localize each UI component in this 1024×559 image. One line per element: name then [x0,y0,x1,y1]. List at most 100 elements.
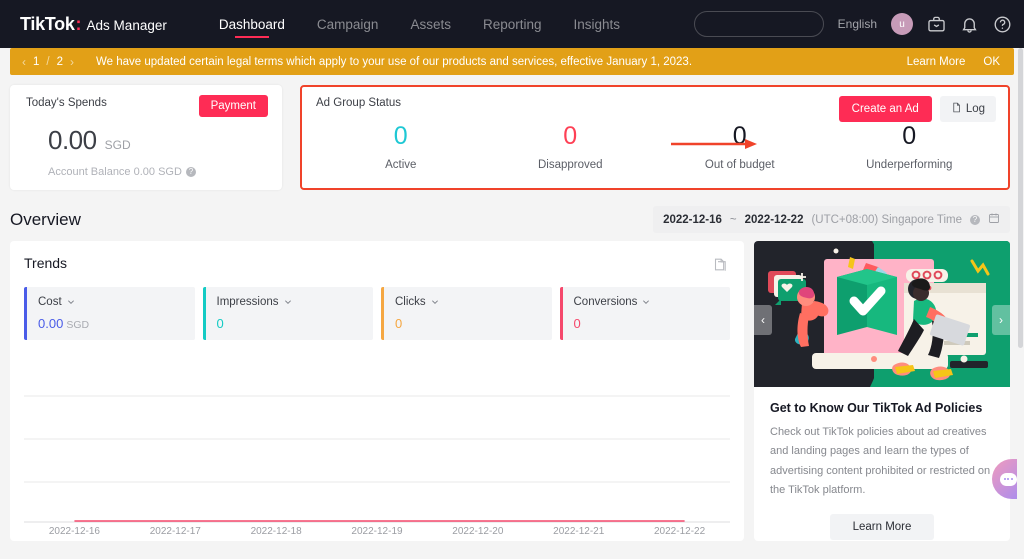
banner-next-icon[interactable]: › [70,55,74,69]
status-label-active: Active [316,159,486,171]
status-item-underperforming[interactable]: 0 Underperforming [825,121,995,171]
metric-head-clicks: Clicks [395,296,552,308]
promo-card: ‹ › Get to Know Our TikTok Ad Policies C… [754,241,1010,541]
spends-amount-row: 0.00 SGD [48,125,266,156]
brand-name: TikTok [20,14,75,35]
language-selector[interactable]: English [838,17,877,31]
metric-card-clicks[interactable]: Clicks 0 [381,287,552,340]
trends-chart: 2022-12-16 2022-12-17 2022-12-18 2022-12… [24,354,730,524]
banner-ok-button[interactable]: OK [983,56,1000,68]
spends-amount: 0.00 [48,125,97,156]
x-tick: 2022-12-22 [629,526,730,537]
chevron-down-icon[interactable] [67,298,75,306]
metric-value-row-conversions: 0 [574,316,731,331]
trend-metric-cards: Cost 0.00SGD Impressions 0 Clicks [24,287,730,340]
chevron-down-icon[interactable] [431,298,439,306]
x-tick: 2022-12-16 [24,526,125,537]
metric-value-clicks: 0 [395,316,402,331]
overview-header: Overview 2022-12-16 ~ 2022-12-22 (UTC+08… [0,190,1024,241]
banner-page-total: 2 [57,56,63,68]
status-item-out-of-budget[interactable]: 0 Out of budget [655,121,825,171]
legal-notice-banner: ‹ 1 / 2 › We have updated certain legal … [10,48,1014,75]
nav-item-insights[interactable]: Insights [558,0,637,48]
promo-body: Get to Know Our TikTok Ad Policies Check… [754,387,1010,540]
create-an-ad-button[interactable]: Create an Ad [839,96,932,122]
document-icon [951,102,962,116]
metric-head-conversions: Conversions [574,296,731,308]
x-tick: 2022-12-20 [427,526,528,537]
banner-learn-more-link[interactable]: Learn More [907,56,966,68]
scrollbar-thumb[interactable] [1018,48,1023,348]
avatar[interactable]: u [891,13,913,35]
metric-value-conversions: 0 [574,316,581,331]
trends-title: Trends [24,255,730,271]
brand-colon: : [76,14,82,35]
export-icon[interactable] [713,257,728,277]
promo-description: Check out TikTok policies about ad creat… [770,423,994,500]
nav-item-reporting[interactable]: Reporting [467,0,558,48]
nav-right-tools: English u [694,0,1012,48]
timezone-info-icon[interactable]: ? [970,215,980,225]
metric-head-impressions: Impressions [217,296,374,308]
chevron-down-icon[interactable] [284,298,292,306]
account-balance-row: Account Balance 0.00 SGD ? [48,166,266,178]
status-item-active[interactable]: 0 Active [316,121,486,171]
calendar-icon[interactable] [988,212,1000,227]
banner-actions: Learn More OK [907,56,1000,68]
status-value-disapproved: 0 [486,121,656,152]
bell-icon[interactable] [960,15,979,34]
metric-name-conversions: Conversions [574,296,638,308]
summary-cards-row: Today's Spends Payment 0.00 SGD Account … [0,75,1024,190]
briefcase-icon[interactable] [927,15,946,34]
status-value-active: 0 [316,121,486,152]
metric-card-conversions[interactable]: Conversions 0 [560,287,731,340]
help-icon[interactable] [993,15,1012,34]
metric-name-clicks: Clicks [395,296,426,308]
log-button[interactable]: Log [940,96,996,122]
ad-policies-illustration-icon [754,241,1010,387]
metric-card-impressions[interactable]: Impressions 0 [203,287,374,340]
promo-learn-more-button[interactable]: Learn More [830,514,934,540]
chevron-down-icon[interactable] [642,298,650,306]
chat-bubble-icon [1000,473,1017,486]
search-input[interactable] [694,11,824,37]
spends-currency: SGD [105,138,131,152]
brand-subtitle: Ads Manager [87,18,167,33]
promo-illustration: ‹ › [754,241,1010,387]
info-icon[interactable]: ? [186,167,196,177]
main-content: Trends Cost 0.00SGD Impressions [0,241,1024,541]
metric-value-impressions: 0 [217,316,224,331]
trends-card: Trends Cost 0.00SGD Impressions [10,241,744,541]
metric-card-cost[interactable]: Cost 0.00SGD [24,287,195,340]
metric-value-row-clicks: 0 [395,316,552,331]
x-tick: 2022-12-19 [327,526,428,537]
banner-page-current: 1 [33,56,39,68]
banner-message: We have updated certain legal terms whic… [96,56,692,68]
main-nav-links: Dashboard Campaign Assets Reporting Insi… [203,0,636,48]
banner-prev-icon[interactable]: ‹ [22,55,26,69]
metric-value-row-cost: 0.00SGD [38,316,195,331]
promo-prev-icon[interactable]: ‹ [754,305,772,335]
trends-chart-svg [24,354,730,524]
nav-item-campaign[interactable]: Campaign [301,0,395,48]
banner-page-separator: / [46,56,49,68]
promo-next-icon[interactable]: › [992,305,1010,335]
metric-currency-cost: SGD [66,319,89,331]
todays-spends-card: Today's Spends Payment 0.00 SGD Account … [10,85,282,190]
nav-item-dashboard[interactable]: Dashboard [203,0,301,48]
promo-title: Get to Know Our TikTok Ad Policies [770,401,994,415]
ad-group-status-metrics: 0 Active 0 Disapproved 0 Out of budget 0… [316,121,994,171]
date-range-picker[interactable]: 2022-12-16 ~ 2022-12-22 (UTC+08:00) Sing… [653,206,1010,233]
payment-button[interactable]: Payment [199,95,268,117]
brand-logo[interactable]: TikTok: Ads Manager [20,14,167,35]
status-item-disapproved[interactable]: 0 Disapproved [486,121,656,171]
status-label-out-of-budget: Out of budget [655,159,825,171]
page-scrollbar[interactable] [1017,48,1024,559]
ad-group-status-actions: Create an Ad Log [839,96,996,122]
x-tick: 2022-12-21 [528,526,629,537]
ad-group-status-card: Ad Group Status Create an Ad Log 0 Activ… [300,85,1010,190]
nav-item-assets[interactable]: Assets [394,0,467,48]
top-navigation-bar: TikTok: Ads Manager Dashboard Campaign A… [0,0,1024,48]
metric-name-impressions: Impressions [217,296,279,308]
metric-value-cost: 0.00 [38,316,63,331]
